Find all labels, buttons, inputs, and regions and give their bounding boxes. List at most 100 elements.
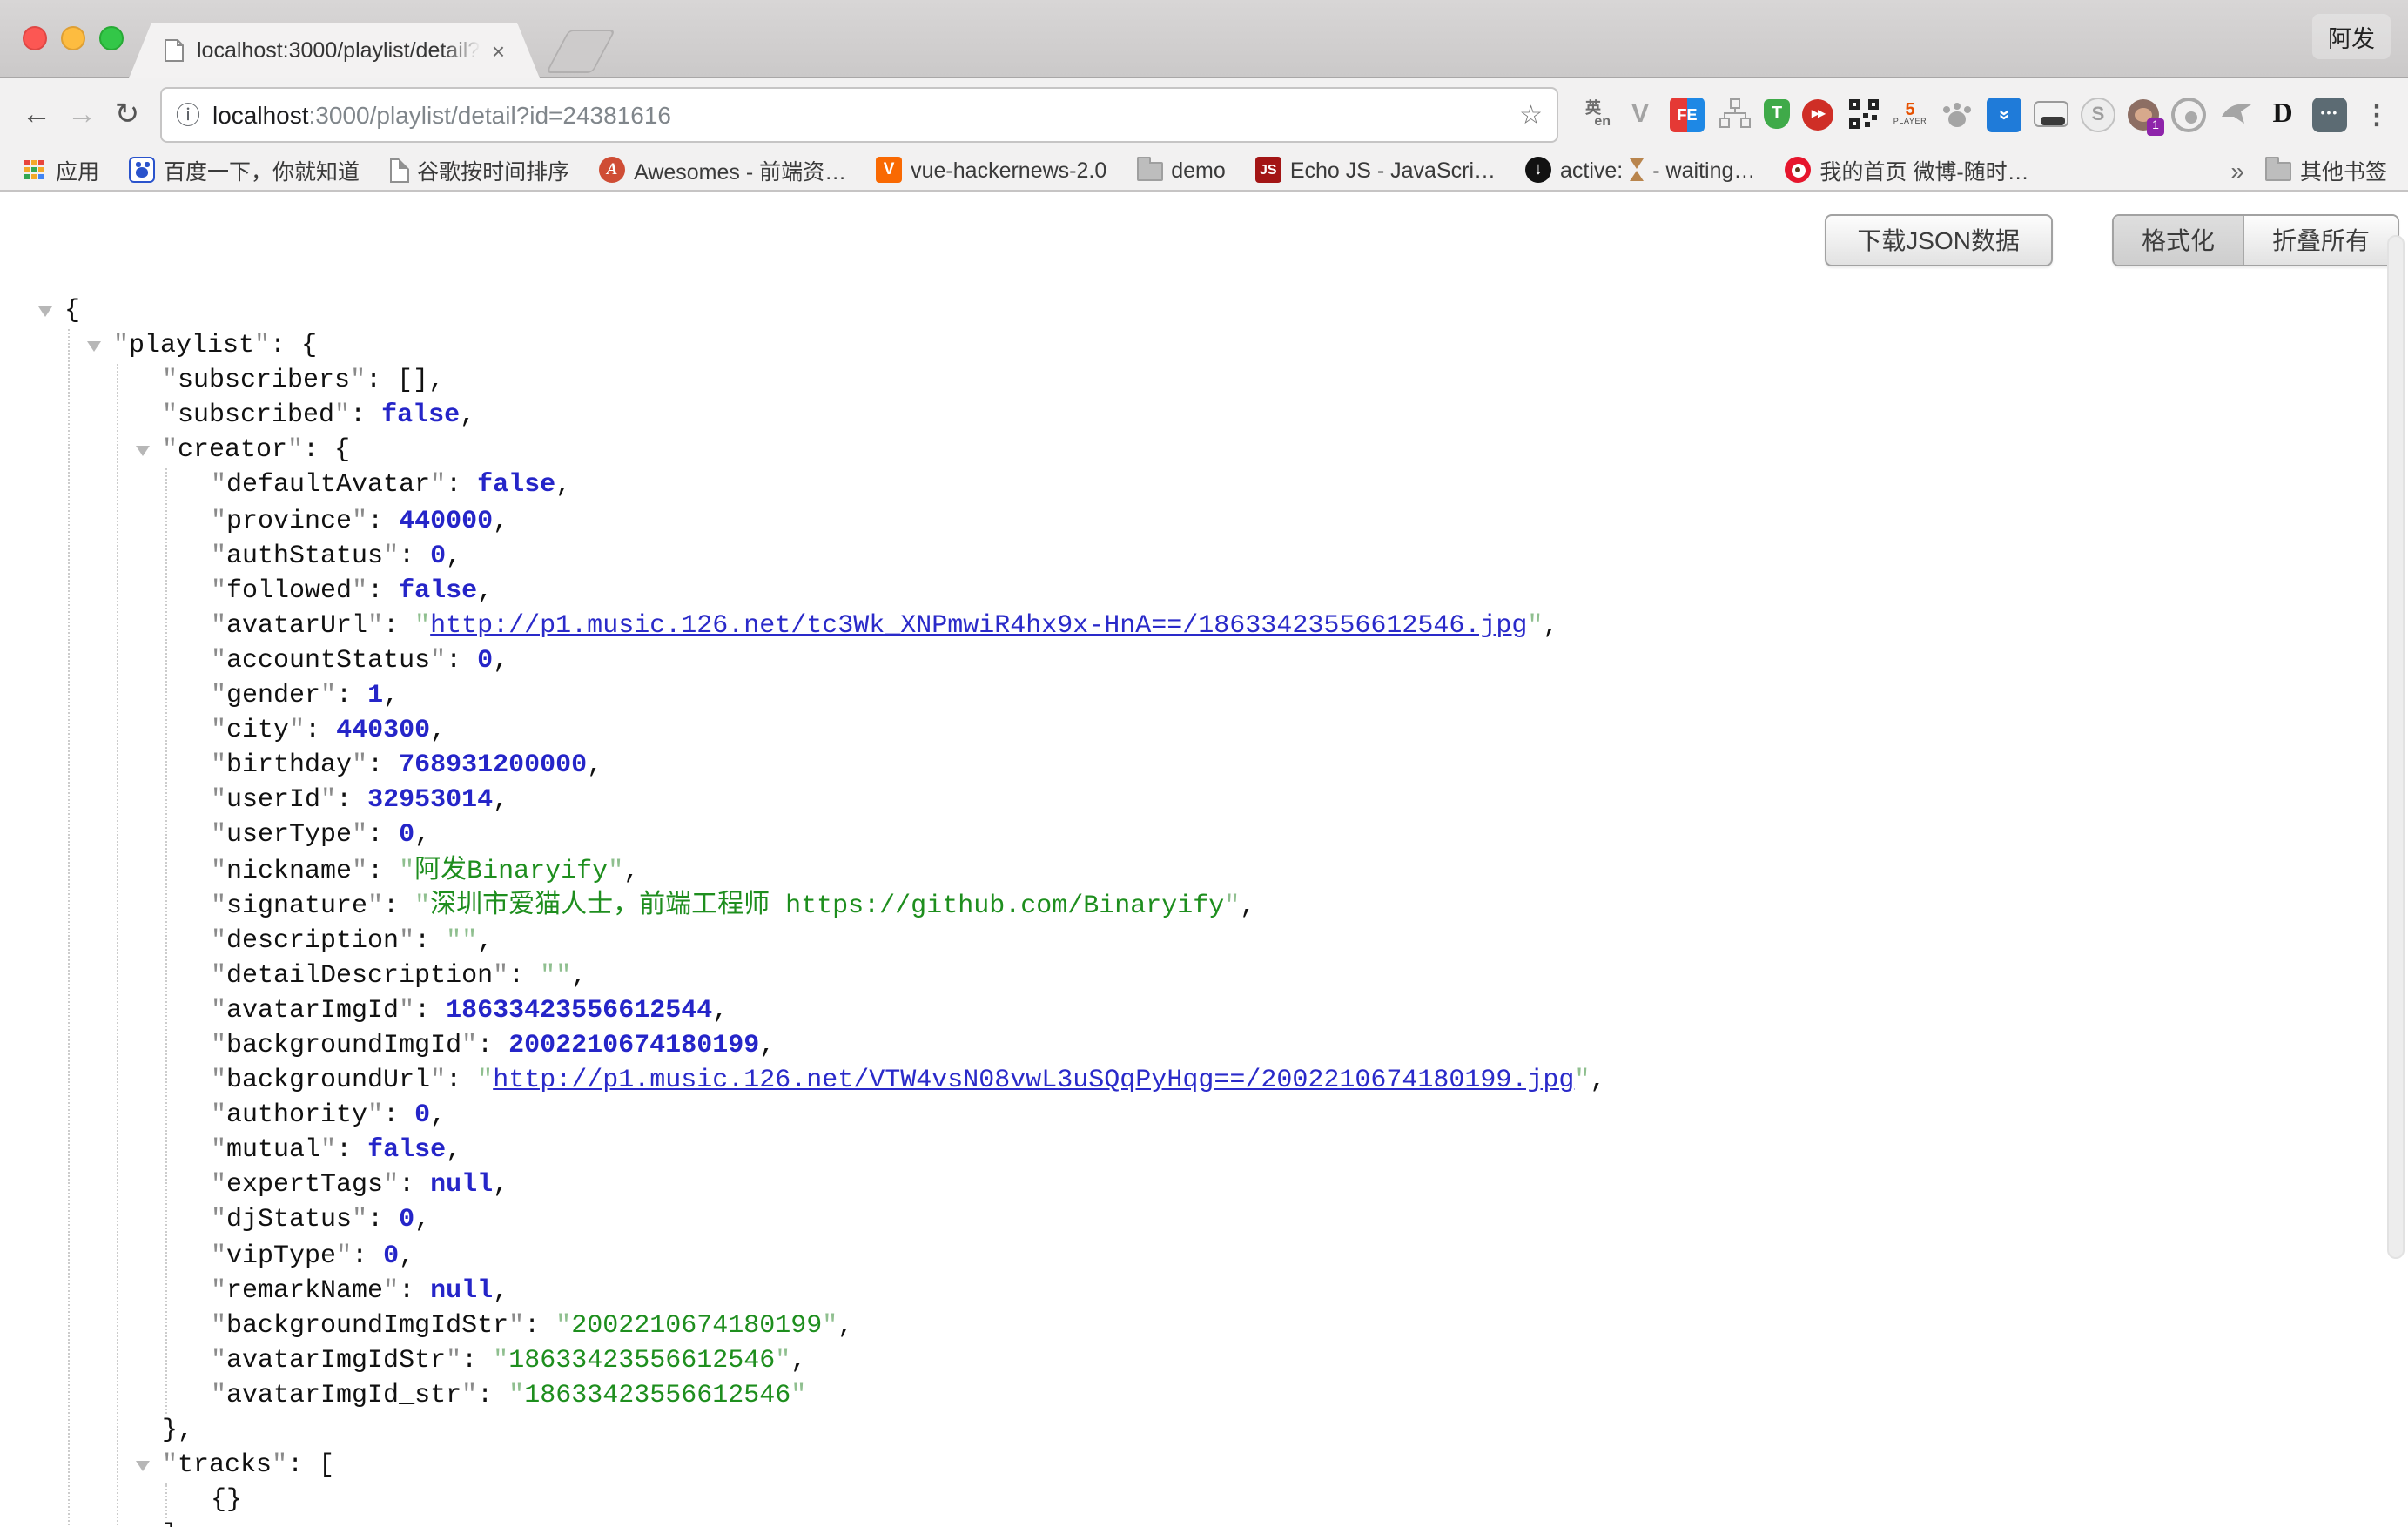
darkreader-icon[interactable]: D [2265, 97, 2300, 131]
tab-title: localhost:3000/playlist/detail?i [197, 38, 481, 63]
extensions-row: 英en V FE T ▶▶ 5PLAYER » S1 D ••• ⋮ [1576, 97, 2394, 131]
format-button[interactable]: 格式化 [2114, 216, 2244, 265]
vsquare-icon: V [876, 157, 902, 183]
bookmarks-overflow-icon[interactable]: » [2230, 156, 2244, 184]
bookmarks-right-group: » 其他书签 [2230, 153, 2387, 186]
tampermonkey-icon[interactable]: T [1764, 99, 1790, 129]
json-row: "vipType": 0, [211, 1239, 1605, 1274]
back-button[interactable]: ← [14, 97, 59, 131]
monkey-icon[interactable]: 1 [2128, 98, 2159, 130]
json-row: "mutual": false, [211, 1134, 1605, 1169]
paw-icon[interactable] [1940, 97, 1974, 131]
json-row: "avatarUrl": "http://p1.music.126.net/tc… [211, 609, 1605, 644]
zoom-window-button[interactable] [99, 26, 124, 50]
bookmark-awesomes[interactable]: AAwesomes - 前端资… [599, 153, 846, 186]
json-row: "defaultAvatar": false, [211, 469, 1605, 504]
json-row: "userId": 32953014, [211, 784, 1605, 819]
apps-icon [21, 157, 47, 183]
tab-bar: localhost:3000/playlist/detail?i × 阿发 [0, 0, 2408, 78]
bookmark-active[interactable]: ↓active:- waiting… [1525, 157, 1755, 183]
video-speed-icon[interactable]: ▶▶ [1802, 98, 1833, 130]
downcircle-icon: ↓ [1525, 157, 1551, 183]
json-row: "avatarImgId_str": "18633423556612546" [211, 1379, 1605, 1414]
bookmark-star-icon[interactable]: ☆ [1519, 98, 1543, 130]
close-window-button[interactable] [23, 26, 47, 50]
blue-download-icon[interactable]: » [1987, 97, 2021, 131]
bookmark-baidu[interactable]: 百度一下，你就知道 [129, 153, 360, 186]
json-row: "province": 440000, [211, 504, 1605, 539]
json-row: "backgroundUrl": "http://p1.music.126.ne… [211, 1064, 1605, 1099]
collapse-triangle-icon[interactable] [136, 447, 150, 457]
page-favicon-icon [164, 38, 185, 63]
json-row: "nickname": "阿发Binaryify", [211, 854, 1605, 889]
translate-icon[interactable]: 英en [1576, 97, 1611, 131]
json-link[interactable]: http://p1.music.126.net/VTW4vsN08vwL3uSQ… [493, 1066, 1574, 1095]
sitemap-icon[interactable] [1717, 97, 1752, 131]
json-row: "avatarImgIdStr": "18633423556612546", [211, 1344, 1605, 1379]
collapse-all-button[interactable]: 折叠所有 [2244, 216, 2398, 265]
json-row: "subscribed": false, [162, 400, 1605, 434]
json-row: }, [162, 1414, 1605, 1449]
fe-icon[interactable]: FE [1670, 97, 1705, 131]
bookmark-weibo[interactable]: 我的首页 微博-随时… [1785, 153, 2028, 186]
minimize-window-button[interactable] [61, 26, 85, 50]
page-actions: 下载JSON数据 格式化 折叠所有 [1824, 214, 2399, 266]
address-bar[interactable]: ⓘ localhost:3000/playlist/detail?id=2438… [160, 86, 1558, 142]
profile-badge[interactable]: 阿发 [2312, 14, 2391, 59]
s-icon[interactable]: S [2081, 97, 2115, 131]
collapse-triangle-icon[interactable] [136, 1461, 150, 1471]
baidu-icon [129, 157, 155, 183]
collapse-triangle-icon[interactable] [38, 306, 52, 317]
json-row: "remarkName": null, [211, 1274, 1605, 1308]
json-row: "playlist": { [113, 329, 1605, 364]
bookmark-echojs[interactable]: JSEcho JS - JavaScri… [1255, 157, 1496, 183]
more-extensions-icon[interactable]: ••• [2312, 97, 2347, 131]
json-row: "expertTags": null, [211, 1169, 1605, 1204]
json-row: "detailDescription": "", [211, 959, 1605, 994]
download-json-button[interactable]: 下载JSON数据 [1824, 214, 2053, 266]
page-content: 下载JSON数据 格式化 折叠所有 {"playlist": {"subscri… [0, 193, 2408, 1527]
bookmark-google-sort[interactable]: 谷歌按时间排序 [389, 153, 569, 186]
page-icon [389, 158, 408, 182]
bookmark-apps[interactable]: 应用 [21, 153, 99, 186]
vue-devtools-icon[interactable]: V [1623, 97, 1658, 131]
scrollbar-thumb[interactable] [2387, 235, 2405, 1259]
bird-icon[interactable] [2218, 97, 2253, 131]
window-controls [23, 26, 124, 50]
new-tab-button[interactable] [546, 30, 616, 73]
browser-window: localhost:3000/playlist/detail?i × 阿发 ← … [0, 0, 2408, 1527]
json-row: "djStatus": 0, [211, 1204, 1605, 1239]
json-row: "userType": 0, [211, 819, 1605, 854]
json-row: "creator": { [162, 434, 1605, 469]
json-row: "description": "", [211, 924, 1605, 959]
reload-button[interactable]: ↻ [104, 97, 150, 131]
json-row: "tracks": [ [162, 1449, 1605, 1483]
json-link[interactable]: http://p1.music.126.net/tc3Wk_XNPmwiR4hx… [430, 611, 1527, 641]
incognito-mask-icon[interactable] [2034, 101, 2068, 127]
json-row: "authority": 0, [211, 1099, 1605, 1133]
hourglass-icon [1630, 158, 1645, 181]
bookmark-vue-hackernews[interactable]: Vvue-hackernews-2.0 [876, 157, 1106, 183]
tab-close-icon[interactable]: × [492, 39, 505, 62]
site-info-icon[interactable]: ⓘ [176, 97, 200, 131]
json-row: "signature": "深圳市爱猫人士，前端工程师 https://gith… [211, 889, 1605, 924]
json-row: "subscribers": [], [162, 364, 1605, 399]
browser-tab[interactable]: localhost:3000/playlist/detail?i × [129, 23, 540, 78]
weibo-icon [1785, 157, 1811, 183]
json-row: "followed": false, [211, 575, 1605, 609]
jssquare-icon: JS [1255, 157, 1281, 183]
forward-button[interactable]: → [59, 97, 104, 131]
weibo-gray-icon[interactable] [2171, 97, 2206, 131]
json-viewer: {"playlist": {"subscribers": [],"subscri… [64, 294, 1605, 1527]
folder-icon [1136, 162, 1162, 181]
json-row: "avatarImgId": 18633423556612544, [211, 994, 1605, 1029]
qrcode-icon[interactable] [1846, 97, 1880, 131]
folder-icon [2265, 162, 2291, 181]
other-bookmarks-folder[interactable]: 其他书签 [2265, 153, 2387, 186]
bookmarks-bar: 应用百度一下，你就知道谷歌按时间排序 AAwesomes - 前端资… Vvue-h… [0, 150, 2408, 192]
collapse-triangle-icon[interactable] [87, 341, 101, 352]
bookmark-demo[interactable]: demo [1136, 158, 1226, 182]
url-text: localhost:3000/playlist/detail?id=243816… [212, 100, 671, 128]
browser-menu-icon[interactable]: ⋮ [2359, 97, 2394, 131]
html5-player-icon[interactable]: 5PLAYER [1893, 97, 1927, 131]
